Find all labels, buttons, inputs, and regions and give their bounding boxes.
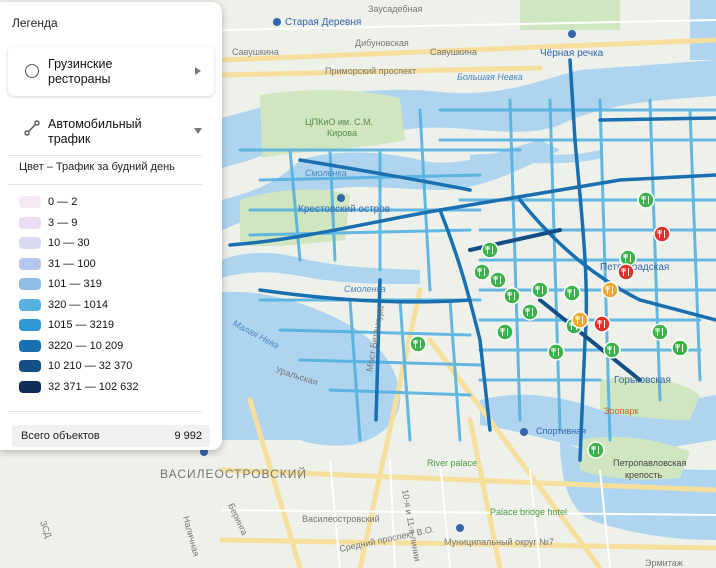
route-icon — [24, 120, 40, 136]
place-label-22: ВАСИЛЕОСТРОВСКИЙ — [160, 466, 307, 481]
restaurant-marker-icon[interactable] — [571, 311, 589, 329]
chevron-down-icon[interactable] — [194, 128, 202, 134]
restaurant-marker-icon[interactable] — [503, 287, 521, 305]
restaurant-marker-icon[interactable] — [531, 281, 549, 299]
metro-icon — [456, 524, 464, 532]
restaurant-marker-icon[interactable] — [593, 315, 611, 333]
place-label-9: Кирова — [327, 128, 357, 138]
metro-icon — [568, 30, 576, 38]
range-label: 3 — 9 — [48, 216, 78, 229]
place-label-19: River palace — [427, 458, 477, 468]
range-label: 320 — 1014 — [48, 298, 108, 311]
color-swatch — [19, 319, 41, 331]
restaurant-marker-icon[interactable] — [521, 303, 539, 321]
chevron-right-icon[interactable] — [195, 67, 201, 75]
color-swatch — [19, 380, 41, 393]
legend-range-row: 10 210 — 32 370 — [19, 359, 132, 373]
total-objects-label: Всего объектов — [21, 430, 100, 442]
place-label-10: Крестовский остров — [298, 204, 390, 215]
range-label: 101 — 319 — [48, 278, 102, 290]
restaurant-marker-icon[interactable] — [587, 441, 605, 459]
place-label-21: крепость — [625, 470, 662, 480]
layer-car-traffic[interactable]: Автомобильный трафик — [8, 106, 214, 154]
legend-range-row: 1015 — 3219 — [19, 318, 114, 332]
legend-panel: Легенда Грузинские рестораны Автомобильн… — [0, 2, 222, 450]
place-label-12: Смоленка — [344, 284, 386, 294]
place-label-3: Савушкина — [232, 47, 279, 57]
place-label-0: Старая Деревня — [285, 17, 361, 28]
restaurant-marker-icon[interactable] — [637, 191, 655, 209]
divider — [8, 155, 202, 156]
restaurant-marker-icon[interactable] — [409, 335, 427, 353]
legend-range-row: 31 — 100 — [19, 257, 96, 271]
restaurant-marker-icon[interactable] — [547, 343, 565, 361]
divider — [8, 184, 202, 185]
place-label-4: Савушкина — [430, 47, 477, 57]
legend-range-row: 32 371 — 102 632 — [19, 380, 139, 394]
legend-title: Легенда — [12, 16, 58, 30]
metro-icon — [337, 194, 345, 202]
range-label: 1015 — 3219 — [48, 319, 115, 331]
place-label-17: Зоопарк — [604, 406, 638, 416]
legend-range-row: 10 — 30 — [19, 236, 90, 250]
place-label-24: Palace bridge hotel — [490, 507, 567, 517]
color-swatch — [19, 196, 41, 208]
layer-label-restaurants: Грузинские рестораны — [48, 57, 113, 86]
northern-water — [690, 0, 716, 60]
color-scale-title: Цвет – Трафик за будний день — [19, 161, 175, 173]
divider — [8, 411, 202, 412]
color-swatch — [19, 257, 41, 270]
range-label: 10 — 30 — [48, 237, 90, 249]
place-label-18: Спортивная — [536, 426, 586, 436]
restaurant-marker-icon[interactable] — [653, 225, 671, 243]
color-swatch — [19, 298, 41, 311]
restaurant-marker-icon[interactable] — [601, 281, 619, 299]
restaurant-marker-icon[interactable] — [496, 323, 514, 341]
color-swatch — [19, 278, 41, 290]
range-label: 32 371 — 102 632 — [48, 380, 139, 393]
place-label-16: Горьковская — [614, 375, 671, 386]
color-swatch — [19, 360, 41, 372]
restaurant-marker-icon[interactable] — [489, 271, 507, 289]
legend-range-row: 3220 — 10 209 — [19, 339, 123, 353]
legend-range-row: 101 — 319 — [19, 277, 102, 291]
place-label-2: Дибуновская — [355, 38, 409, 48]
range-label: 3220 — 10 209 — [48, 339, 124, 352]
total-objects-value: 9 992 — [174, 430, 202, 442]
legend-range-row: 320 — 1014 — [19, 298, 108, 312]
place-label-26: Эрмитаж — [645, 558, 683, 568]
range-label: 0 — 2 — [48, 196, 78, 208]
color-swatch — [19, 237, 41, 249]
restaurant-marker-icon[interactable] — [473, 263, 491, 281]
restaurant-marker-icon[interactable] — [671, 339, 689, 357]
color-swatch — [19, 339, 41, 352]
place-label-7: Большая Невка — [457, 72, 523, 82]
range-label: 31 — 100 — [48, 257, 96, 270]
legend-range-row: 3 — 9 — [19, 216, 77, 230]
place-label-20: Петропавловская — [613, 458, 686, 468]
place-label-8: ЦПКиО им. С.М. — [305, 117, 373, 127]
restaurant-marker-icon[interactable] — [617, 263, 635, 281]
legend-range-row: 0 — 2 — [19, 195, 77, 209]
layer-label-traffic: Автомобильный трафик — [48, 117, 142, 146]
place-label-1: Заусадебная — [368, 4, 423, 14]
radio-empty-icon[interactable] — [25, 64, 39, 78]
restaurant-marker-icon[interactable] — [563, 284, 581, 302]
place-label-5: Чёрная речка — [540, 48, 604, 59]
metro-icon — [520, 428, 528, 436]
range-label: 10 210 — 32 370 — [48, 360, 133, 372]
color-swatch — [19, 216, 41, 229]
place-label-25: Муниципальный округ №7 — [444, 537, 554, 547]
place-label-11: Смоленка — [305, 168, 347, 178]
total-objects-bar: Всего объектов 9 992 — [12, 425, 210, 447]
northern-park — [520, 0, 620, 30]
restaurant-marker-icon[interactable] — [603, 341, 621, 359]
restaurant-marker-icon[interactable] — [651, 323, 669, 341]
layer-georgian-restaurants[interactable]: Грузинские рестораны — [8, 46, 214, 96]
place-label-23: Василеостровский — [302, 514, 380, 524]
restaurant-marker-icon[interactable] — [481, 241, 499, 259]
place-label-6: Приморский проспект — [325, 66, 416, 76]
metro-icon — [273, 18, 281, 26]
